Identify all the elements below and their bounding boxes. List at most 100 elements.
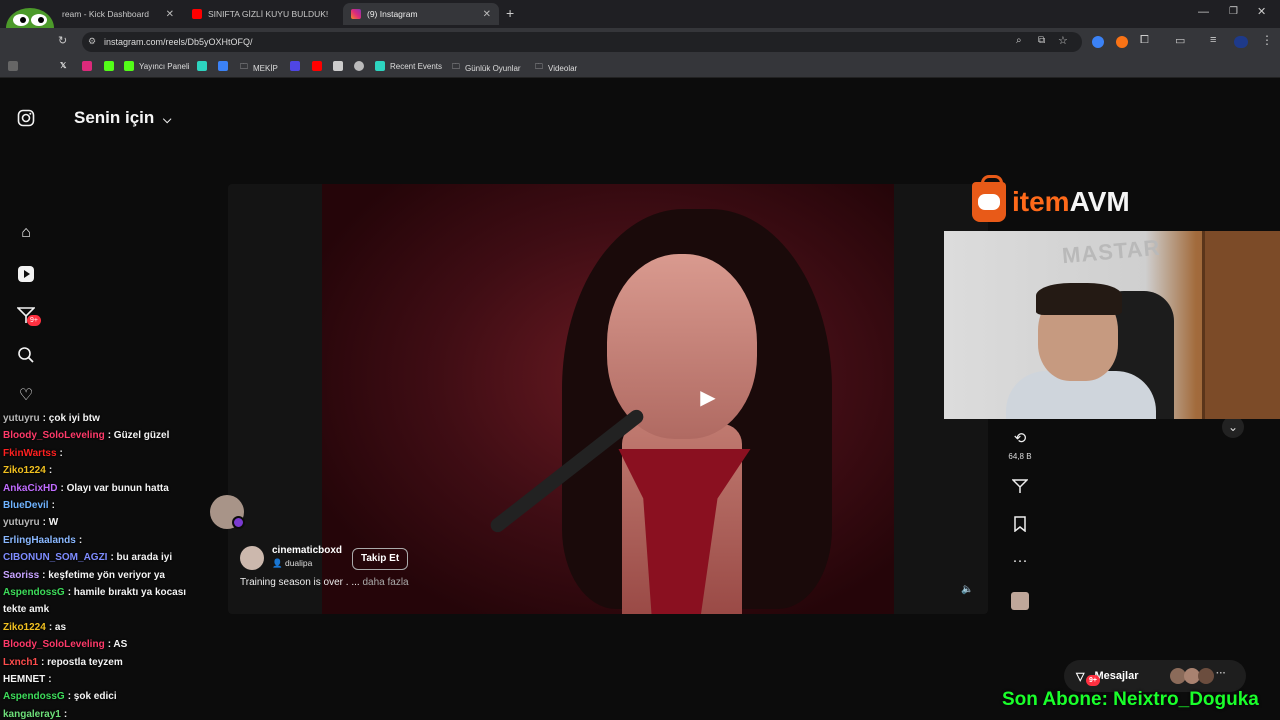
browser-tab-bar: x6 ream - Kick Dashboard ✕ SINIFTA GİZLİ… bbox=[0, 0, 1280, 70]
chat-message: Lxnch1: repostla teyzem bbox=[3, 657, 123, 668]
reel-player[interactable]: ▶ cinematicboxd 👤 dualipa Takip Et Train… bbox=[228, 184, 988, 614]
chat-username: Bloody_SoloLeveling bbox=[3, 639, 105, 651]
volume-icon[interactable]: 🔈 bbox=[961, 584, 973, 595]
profile-avatar[interactable] bbox=[1234, 36, 1248, 48]
sponsor-brand: itemAVM bbox=[1012, 186, 1130, 218]
direct-icon: ▽ bbox=[1076, 670, 1085, 683]
instagram-bookmark-icon[interactable] bbox=[82, 61, 92, 71]
reel-caption: Training season is over . ... daha fazla bbox=[240, 577, 409, 588]
save-icon[interactable] bbox=[1008, 516, 1032, 536]
reel-video[interactable]: ▶ bbox=[322, 184, 894, 614]
reload-icon[interactable]: ↻ bbox=[58, 34, 67, 47]
chat-username: kangaleray1 bbox=[3, 708, 61, 720]
chat-text: : keşfetime yön veriyor ya bbox=[42, 569, 165, 581]
reels-icon[interactable] bbox=[17, 265, 35, 283]
chat-message: Ziko1224: bbox=[3, 465, 52, 476]
account-avatar[interactable] bbox=[240, 546, 264, 570]
tab-instagram[interactable]: (9) Instagram ✕ bbox=[343, 3, 499, 25]
chat-username: Ziko1224 bbox=[3, 621, 46, 633]
bookmark-icon[interactable] bbox=[333, 61, 343, 71]
status-dot bbox=[232, 516, 245, 529]
chat-text: : repostla teyzem bbox=[41, 656, 123, 668]
chat-text: tekte amk bbox=[3, 604, 50, 616]
bookmark-icon[interactable] bbox=[354, 61, 364, 71]
chat-username: FkinWartss bbox=[3, 447, 57, 459]
install-icon[interactable]: ⧉ bbox=[1038, 35, 1045, 46]
bookmark-yayinci-paneli[interactable]: Yayıncı Paneli bbox=[124, 61, 190, 71]
chat-message: yutuyru: çok iyi btw bbox=[3, 413, 100, 424]
play-icon[interactable]: ▶ bbox=[694, 384, 722, 412]
share-icon[interactable] bbox=[1008, 478, 1032, 498]
close-tab-icon[interactable]: ✕ bbox=[483, 9, 491, 20]
instagram-logo-icon[interactable] bbox=[17, 109, 35, 127]
bookmark-icon[interactable] bbox=[218, 61, 228, 71]
webcam-overlay: MASTAR bbox=[944, 231, 1280, 419]
repost-count: 64,8 B bbox=[1008, 452, 1032, 461]
more-options-icon[interactable]: ··· bbox=[1008, 552, 1032, 569]
extension-icon[interactable] bbox=[1092, 36, 1104, 48]
audio-avatar[interactable] bbox=[1011, 592, 1029, 610]
apps-icon[interactable] bbox=[8, 61, 18, 71]
address-bar[interactable]: ⚙ instagram.com/reels/Db5yOXHtOFQ/ ⌕ ⧉ ☆ bbox=[82, 32, 1082, 52]
youtube-bookmark-icon[interactable] bbox=[312, 61, 322, 71]
bookmark-gunluk-oyunlar[interactable]: 🗀 Günlük Oyunlar bbox=[452, 61, 521, 75]
follow-button[interactable]: Takip Et bbox=[352, 548, 409, 570]
tab-kick-dashboard[interactable]: ream - Kick Dashboard ✕ bbox=[40, 3, 182, 25]
collaborator[interactable]: 👤 dualipa bbox=[272, 558, 312, 569]
close-tab-icon[interactable]: ✕ bbox=[166, 9, 174, 20]
home-icon[interactable]: ⌂ bbox=[17, 224, 35, 242]
bookmark-mekip[interactable]: 🗀 MEKİP bbox=[240, 61, 278, 75]
chat-username: Bloody_SoloLeveling bbox=[3, 430, 105, 442]
bookmark-recent-events[interactable]: Recent Events bbox=[375, 61, 442, 71]
chat-username: Ziko1224 bbox=[3, 465, 46, 477]
chat-username: HEMNET bbox=[3, 674, 46, 685]
chat-message: AspendossG: şok edici bbox=[3, 691, 117, 702]
restore-icon[interactable]: ❐ bbox=[1229, 6, 1238, 17]
extensions-puzzle-icon[interactable]: ⧠ bbox=[1140, 34, 1149, 47]
folder-icon: 🗀 bbox=[452, 62, 460, 71]
chat-message: AnkaCixHD: Olayı var bunun hatta bbox=[3, 483, 169, 494]
side-panel-icon[interactable]: ▭ bbox=[1175, 34, 1185, 47]
chat-text: : şok edici bbox=[67, 691, 117, 703]
streamelements-icon bbox=[375, 61, 385, 71]
messages-label: Mesajlar bbox=[1094, 670, 1139, 682]
site-info-icon[interactable]: ⚙ bbox=[88, 36, 96, 47]
tab-youtube[interactable]: SINIFTA GİZLİ KUYU BULDUK! 🌚 ✕ bbox=[184, 3, 330, 25]
repost-icon[interactable]: ⟲ bbox=[1008, 429, 1032, 447]
account-username[interactable]: cinematicboxd bbox=[272, 545, 342, 556]
bookmark-star-icon[interactable]: ☆ bbox=[1058, 34, 1068, 47]
person-icon: 👤 bbox=[272, 558, 283, 568]
chevron-down-icon[interactable]: ⌄ bbox=[1222, 416, 1244, 438]
messages-button[interactable]: ▽ 9+ Mesajlar ··· bbox=[1064, 660, 1246, 692]
bookmark-videolar[interactable]: 🗀 Videolar bbox=[535, 61, 577, 75]
chat-username: AspendossG bbox=[3, 587, 65, 598]
bookmarks-bar: 𝕏 Yayıncı Paneli 🗀 MEKİP Recent Events 🗀 G… bbox=[0, 56, 1280, 78]
chat-username: CIBONUN_SOM_AGZI bbox=[3, 552, 108, 564]
chat-text: : bbox=[48, 465, 53, 477]
chat-username: ErlingHaalands bbox=[3, 534, 76, 546]
chat-message: FkinWartss: bbox=[3, 448, 63, 459]
minimize-icon[interactable]: — bbox=[1198, 6, 1209, 18]
chat-message: yutuyru: W bbox=[3, 517, 58, 528]
extension-icon[interactable] bbox=[1116, 36, 1128, 48]
bookmark-icon[interactable] bbox=[290, 61, 300, 71]
media-icon[interactable]: ≡ bbox=[1210, 34, 1216, 46]
heart-icon[interactable]: ♡ bbox=[17, 387, 35, 405]
more-link[interactable]: daha fazla bbox=[362, 577, 408, 588]
kick-bookmark-icon[interactable] bbox=[104, 61, 114, 71]
close-window-icon[interactable]: ✕ bbox=[1257, 5, 1266, 18]
menu-icon[interactable]: ⋮ bbox=[1261, 33, 1273, 47]
feed-selector[interactable]: Senin için ⌵ bbox=[74, 108, 171, 128]
new-tab-button[interactable]: + bbox=[506, 5, 514, 21]
chat-text: : bbox=[48, 674, 52, 685]
chat-text: : çok iyi btw bbox=[42, 413, 100, 424]
direct-messages-icon[interactable]: 9+ bbox=[16, 306, 41, 326]
search-icon[interactable] bbox=[17, 346, 35, 364]
chat-message: Bloody_SoloLeveling: Güzel güzel bbox=[3, 430, 169, 441]
bookmark-icon[interactable] bbox=[197, 61, 207, 71]
x-icon[interactable]: 𝕏 bbox=[60, 61, 66, 70]
url-text: instagram.com/reels/Db5yOXHtOFQ/ bbox=[104, 37, 253, 47]
zoom-icon[interactable]: ⌕ bbox=[1016, 35, 1022, 46]
chat-message: Ziko1224: as bbox=[3, 622, 66, 633]
notifications-badge: 9+ bbox=[27, 315, 41, 326]
